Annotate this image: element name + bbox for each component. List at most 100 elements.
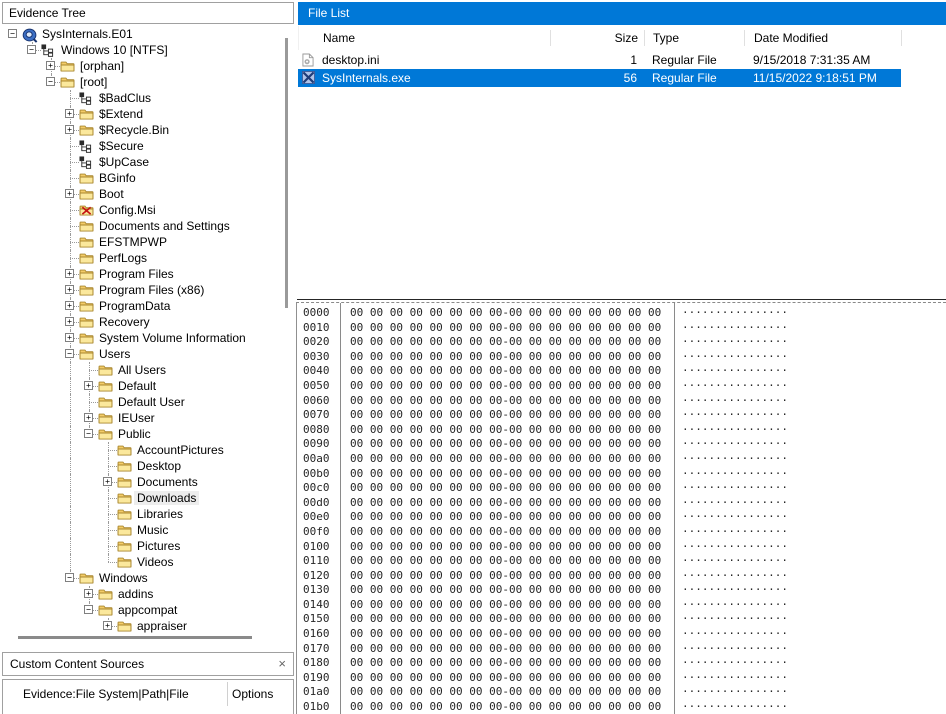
hex-row[interactable]: 019000 00 00 00 00 00 00 00-00 00 00 00 … <box>297 671 946 686</box>
tree-item-label[interactable]: Music <box>134 523 171 537</box>
tree-item-boot[interactable]: + Boot <box>0 186 284 202</box>
tree-item-label[interactable]: Desktop <box>134 459 184 473</box>
hex-view[interactable]: 000000 00 00 00 00 00 00 00-00 00 00 00 … <box>296 302 946 714</box>
hex-row[interactable]: 00a000 00 00 00 00 00 00 00-00 00 00 00 … <box>297 452 946 467</box>
collapse-minus-icon[interactable]: − <box>46 77 55 86</box>
column-divider[interactable] <box>901 30 902 46</box>
hex-row[interactable]: 015000 00 00 00 00 00 00 00-00 00 00 00 … <box>297 612 946 627</box>
tree-item-program-files-x86[interactable]: +Program Files (x86) <box>0 282 284 298</box>
tree-item-default-user[interactable]: Default User <box>0 394 284 410</box>
tree-item-label[interactable]: Default <box>115 379 159 393</box>
tree-item-label[interactable]: Windows <box>96 571 151 585</box>
ccs-column-header-evidence[interactable]: Evidence:File System|Path|File <box>23 680 189 708</box>
tree-item-config-msi[interactable]: Config.Msi <box>0 202 284 218</box>
hex-row[interactable]: 013000 00 00 00 00 00 00 00-00 00 00 00 … <box>297 583 946 598</box>
tree-item-label[interactable]: PerfLogs <box>96 251 150 265</box>
expand-plus-icon[interactable]: + <box>103 477 112 486</box>
tree-item-label[interactable]: IEUser <box>115 411 158 425</box>
close-icon[interactable]: × <box>278 653 286 675</box>
tree-item-label[interactable]: SysInternals.E01 <box>39 27 136 41</box>
tree-item-label[interactable]: ProgramData <box>96 299 173 313</box>
tree-item-label[interactable]: BGinfo <box>96 171 139 185</box>
expand-plus-icon[interactable]: + <box>103 621 112 630</box>
tree-item-upcase[interactable]: $UpCase <box>0 154 284 170</box>
tree-item-label[interactable]: [root] <box>77 75 110 89</box>
column-header-type[interactable]: Type <box>644 26 744 50</box>
hex-row[interactable]: 008000 00 00 00 00 00 00 00-00 00 00 00 … <box>297 423 946 438</box>
tree-item-downloads[interactable]: Downloads <box>0 490 284 506</box>
tree-horizontal-scrollbar[interactable] <box>18 636 252 639</box>
expand-plus-icon[interactable]: + <box>84 381 93 390</box>
tree-item-extend[interactable]: + $Extend <box>0 106 284 122</box>
tree-item-label[interactable]: Documents and Settings <box>96 219 233 233</box>
column-header-name[interactable]: Name <box>299 26 550 50</box>
hex-row[interactable]: 007000 00 00 00 00 00 00 00-00 00 00 00 … <box>297 408 946 423</box>
tree-item-root[interactable]: − [root] <box>0 74 284 90</box>
tree-item-label[interactable]: $UpCase <box>96 155 152 169</box>
collapse-minus-icon[interactable]: − <box>65 349 74 358</box>
hex-row[interactable]: 009000 00 00 00 00 00 00 00-00 00 00 00 … <box>297 437 946 452</box>
ccs-column-divider[interactable] <box>227 682 228 706</box>
tree-item-badclus[interactable]: $BadClus <box>0 90 284 106</box>
tree-item-recovery[interactable]: +Recovery <box>0 314 284 330</box>
tree-item-users[interactable]: −Users <box>0 346 284 362</box>
tree-item-label[interactable]: $Extend <box>96 107 146 121</box>
tree-item-all-users[interactable]: All Users <box>0 362 284 378</box>
tree-vertical-scrollbar[interactable] <box>285 38 288 308</box>
tree-item-label[interactable]: Public <box>115 427 154 441</box>
expand-plus-icon[interactable]: + <box>65 301 74 310</box>
tree-item-documents-and-settings[interactable]: Documents and Settings <box>0 218 284 234</box>
hex-row[interactable]: 004000 00 00 00 00 00 00 00-00 00 00 00 … <box>297 364 946 379</box>
tree-item-windows-10-ntfs[interactable]: −Windows 10 [NTFS] <box>0 42 284 58</box>
tree-item-addins[interactable]: +addins <box>0 586 284 602</box>
file-row-sysinternals-exe[interactable]: SysInternals.exe56Regular File11/15/2022… <box>298 69 901 87</box>
tree-item-orphan[interactable]: +[orphan] <box>0 58 284 74</box>
hex-row[interactable]: 00d000 00 00 00 00 00 00 00-00 00 00 00 … <box>297 496 946 511</box>
tree-item-music[interactable]: Music <box>0 522 284 538</box>
tree-item-label[interactable]: Documents <box>134 475 201 489</box>
hex-row[interactable]: 011000 00 00 00 00 00 00 00-00 00 00 00 … <box>297 554 946 569</box>
expand-plus-icon[interactable]: + <box>65 109 74 118</box>
hex-row[interactable]: 001000 00 00 00 00 00 00 00-00 00 00 00 … <box>297 321 946 336</box>
tree-item-program-files[interactable]: +Program Files <box>0 266 284 282</box>
hex-row[interactable]: 014000 00 00 00 00 00 00 00-00 00 00 00 … <box>297 598 946 613</box>
tree-item-default[interactable]: + Default <box>0 378 284 394</box>
evidence-tree-list[interactable]: −SysInternals.E01−Windows 10 [NTFS]+[orp… <box>0 26 284 634</box>
collapse-minus-icon[interactable]: − <box>8 29 17 38</box>
tree-item-label[interactable]: All Users <box>115 363 169 377</box>
tree-item-label[interactable]: AccountPictures <box>134 443 227 457</box>
tree-item-appcompat[interactable]: −appcompat <box>0 602 284 618</box>
hex-row[interactable]: 016000 00 00 00 00 00 00 00-00 00 00 00 … <box>297 627 946 642</box>
tree-item-label[interactable]: appraiser <box>134 619 190 633</box>
tree-item-windows[interactable]: −Windows <box>0 570 284 586</box>
hex-row[interactable]: 00e000 00 00 00 00 00 00 00-00 00 00 00 … <box>297 510 946 525</box>
tree-item-label[interactable]: $Recycle.Bin <box>96 123 172 137</box>
tree-item-accountpictures[interactable]: AccountPictures <box>0 442 284 458</box>
tree-item-label[interactable]: Boot <box>96 187 127 201</box>
expand-plus-icon[interactable]: + <box>65 189 74 198</box>
expand-plus-icon[interactable]: + <box>84 413 93 422</box>
hex-row[interactable]: 012000 00 00 00 00 00 00 00-00 00 00 00 … <box>297 569 946 584</box>
tree-item-public[interactable]: −Public <box>0 426 284 442</box>
tree-item-label[interactable]: [orphan] <box>77 59 127 73</box>
tree-item-label[interactable]: Config.Msi <box>96 203 159 217</box>
tree-item-label[interactable]: Downloads <box>134 491 199 505</box>
tree-item-bginfo[interactable]: BGinfo <box>0 170 284 186</box>
hex-row[interactable]: 005000 00 00 00 00 00 00 00-00 00 00 00 … <box>297 379 946 394</box>
tree-item-label[interactable]: $Secure <box>96 139 147 153</box>
file-list-rows[interactable]: desktop.ini1Regular File9/15/2018 7:31:3… <box>298 51 901 87</box>
hex-row[interactable]: 010000 00 00 00 00 00 00 00-00 00 00 00 … <box>297 540 946 555</box>
ccs-column-header-options[interactable]: Options <box>232 680 273 708</box>
tree-item-label[interactable]: Videos <box>134 555 176 569</box>
hex-row[interactable]: 018000 00 00 00 00 00 00 00-00 00 00 00 … <box>297 656 946 671</box>
tree-item-documents[interactable]: + Documents <box>0 474 284 490</box>
hex-row[interactable]: 000000 00 00 00 00 00 00 00-00 00 00 00 … <box>297 306 946 321</box>
tree-item-label[interactable]: appcompat <box>115 603 180 617</box>
tree-item-label[interactable]: Windows 10 [NTFS] <box>58 43 171 57</box>
tree-item-pictures[interactable]: Pictures <box>0 538 284 554</box>
expand-plus-icon[interactable]: + <box>65 333 74 342</box>
expand-plus-icon[interactable]: + <box>65 125 74 134</box>
column-divider[interactable] <box>644 30 645 46</box>
tree-item-system-volume-information[interactable]: +System Volume Information <box>0 330 284 346</box>
tree-item-sysinternals-e01[interactable]: − SysInternals.E01 <box>0 26 284 42</box>
